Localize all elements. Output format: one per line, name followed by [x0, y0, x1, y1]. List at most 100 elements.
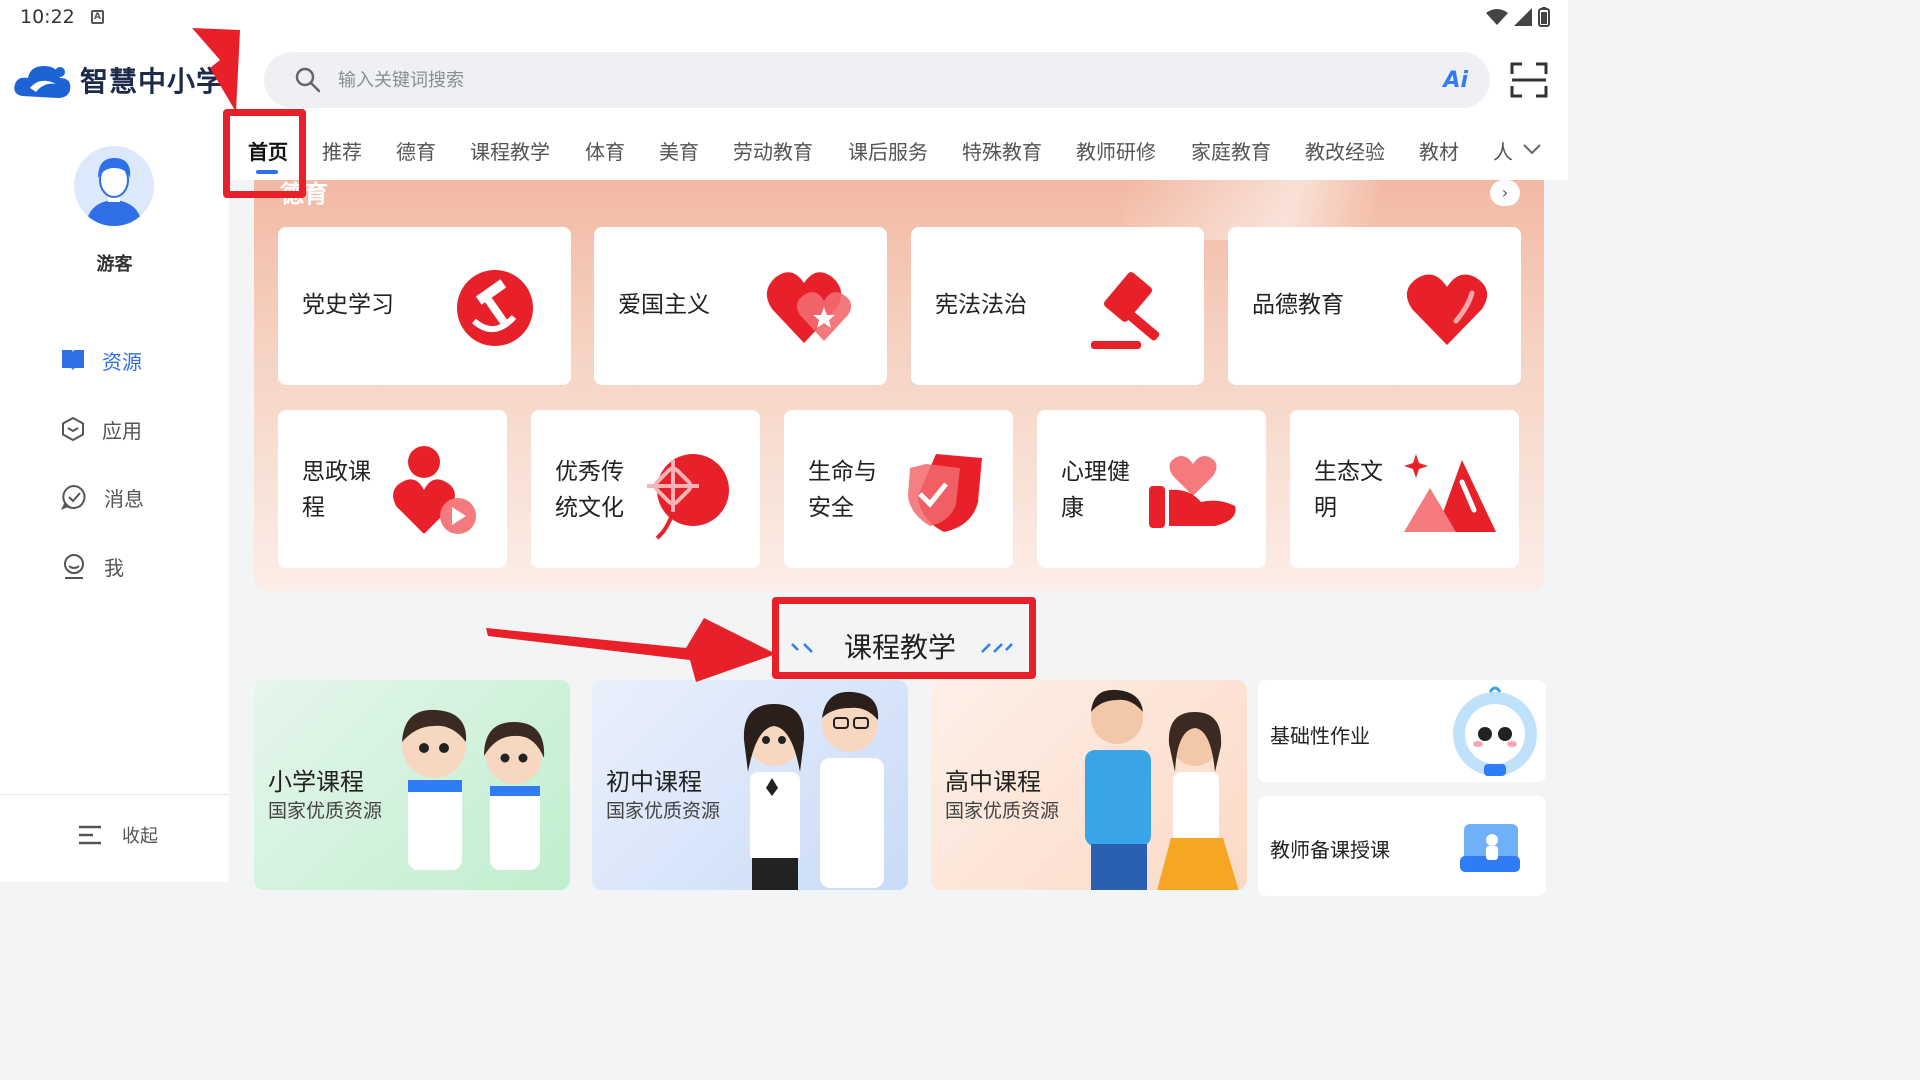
- cloud-logo-icon: [14, 66, 71, 98]
- card-constitution-law[interactable]: 宪法法治: [911, 227, 1204, 385]
- ai-search-icon[interactable]: Ai: [1443, 68, 1468, 93]
- card-middle-course[interactable]: 初中课程 国家优质资源: [592, 680, 908, 890]
- tab-teacher-training[interactable]: 教师研修: [1076, 136, 1156, 165]
- card-basic-homework[interactable]: 基础性作业: [1258, 680, 1546, 782]
- avatar[interactable]: [74, 146, 154, 226]
- tab-special[interactable]: 特殊教育: [962, 136, 1042, 165]
- card-party-history[interactable]: 党史学习: [278, 227, 571, 385]
- sidebar-divider: [0, 794, 229, 795]
- cube-icon: [62, 416, 84, 442]
- card-label-line1: 生态文: [1314, 459, 1383, 485]
- chevron-right-icon[interactable]: ›: [1490, 180, 1520, 206]
- card-label: 党史学习: [302, 292, 394, 318]
- annotation-box-course-title: [772, 597, 1036, 679]
- collapse-button[interactable]: 收起: [78, 822, 158, 848]
- course-card-title: 小学课程: [268, 768, 364, 796]
- sidebar-item-me[interactable]: 我: [60, 546, 124, 586]
- tab-family[interactable]: 家庭教育: [1191, 136, 1271, 165]
- card-high-course[interactable]: 高中课程 国家优质资源: [931, 680, 1247, 890]
- tab-reform[interactable]: 教改经验: [1305, 136, 1385, 165]
- annotation-box-home-tab: [223, 109, 306, 198]
- teachers-illustration-icon: [743, 691, 884, 890]
- card-label: 爱国主义: [618, 292, 710, 318]
- search-input[interactable]: [338, 52, 1418, 108]
- tab-labor[interactable]: 劳动教育: [733, 136, 813, 165]
- heart-icon: [1406, 274, 1488, 345]
- mascot-icon: [1453, 686, 1537, 776]
- students-illustration-icon: [402, 709, 545, 870]
- annotation-arrow-icon: [486, 618, 776, 682]
- sidebar-item-label: 资源: [102, 349, 142, 374]
- collapse-label: 收起: [122, 826, 158, 847]
- search-icon: [295, 67, 321, 93]
- chinese-knot-icon: [647, 454, 729, 540]
- book-icon: [62, 350, 84, 371]
- tab-art[interactable]: 美育: [659, 136, 699, 165]
- chat-check-icon: [60, 484, 86, 510]
- scan-icon[interactable]: [1510, 62, 1548, 98]
- person-heart-play-icon: [393, 446, 476, 534]
- hammer-sickle-icon: [457, 270, 533, 346]
- category-tabs: 首页 推荐 德育 课程教学 体育 美育 劳动教育 课后服务 特殊教育 教师研修 …: [229, 122, 1568, 180]
- tab-afterschool[interactable]: 课后服务: [848, 136, 928, 165]
- card-primary-course[interactable]: 小学课程 国家优质资源: [254, 680, 570, 890]
- menu-collapse-icon: [79, 825, 101, 845]
- students-illustration-icon: [1085, 689, 1239, 890]
- tab-more-partial[interactable]: 人: [1493, 136, 1513, 165]
- course-card-title: 高中课程: [945, 768, 1041, 796]
- status-time: 10:22: [20, 6, 75, 28]
- mountain-star-icon: [1404, 454, 1496, 532]
- hand-heart-icon: [1149, 456, 1236, 528]
- card-label-line2: 安全: [808, 495, 854, 521]
- teacher-board-icon: [1460, 824, 1520, 872]
- card-label-line2: 程: [302, 495, 325, 521]
- tab-textbook[interactable]: 教材: [1419, 136, 1459, 165]
- card-label-line1: 思政课: [302, 459, 371, 485]
- card-label: 品德教育: [1252, 292, 1344, 318]
- card-label-line1: 优秀传: [555, 459, 624, 485]
- card-label-line2: 康: [1061, 495, 1084, 521]
- side-card-label: 基础性作业: [1270, 724, 1370, 748]
- course-card-title: 初中课程: [606, 768, 702, 796]
- status-icons: [1486, 7, 1550, 27]
- moral-section: 德育 › 党史学习 爱国主义 宪法法治 品德教育 思政课 程 优秀传 统文化 生…: [254, 180, 1544, 592]
- user-outline-icon: [64, 554, 84, 579]
- gavel-icon: [1091, 272, 1160, 349]
- shield-check-icon: [908, 454, 982, 532]
- wifi-icon: [1486, 9, 1508, 25]
- card-mental-health[interactable]: 心理健 康: [1037, 410, 1266, 568]
- card-label-line1: 心理健: [1061, 459, 1130, 485]
- card-teacher-prep[interactable]: 教师备课授课: [1258, 796, 1546, 896]
- tab-pe[interactable]: 体育: [585, 136, 625, 165]
- sidebar: 游客 资源 应用 消息 我 收起: [0, 122, 229, 882]
- course-card-subtitle: 国家优质资源: [606, 800, 721, 822]
- username: 游客: [96, 254, 133, 275]
- tab-recommend[interactable]: 推荐: [322, 136, 362, 165]
- search-bar[interactable]: Ai: [264, 52, 1490, 108]
- tab-course[interactable]: 课程教学: [470, 136, 550, 165]
- card-label-line2: 统文化: [555, 495, 624, 521]
- card-morality[interactable]: 品德教育: [1228, 227, 1521, 385]
- card-label-line1: 生命与: [808, 459, 877, 485]
- card-ideology-course[interactable]: 思政课 程: [278, 410, 507, 568]
- sidebar-item-apps[interactable]: 应用: [60, 409, 142, 449]
- card-patriotism[interactable]: 爱国主义: [594, 227, 887, 385]
- notification-a-icon: A: [91, 10, 104, 24]
- annotation-arrow-icon: [192, 28, 240, 112]
- chevron-down-icon[interactable]: [1522, 142, 1542, 156]
- signal-icon: [1514, 8, 1532, 26]
- card-ecology[interactable]: 生态文 明: [1290, 410, 1519, 568]
- card-traditional-culture[interactable]: 优秀传 统文化: [531, 410, 760, 568]
- course-card-subtitle: 国家优质资源: [945, 800, 1060, 822]
- card-label-line2: 明: [1314, 495, 1337, 521]
- card-life-safety[interactable]: 生命与 安全: [784, 410, 1013, 568]
- side-card-label: 教师备课授课: [1270, 838, 1390, 862]
- heart-star-icon: [766, 272, 852, 343]
- tab-moral[interactable]: 德育: [396, 136, 436, 165]
- sidebar-item-label: 消息: [104, 486, 144, 511]
- sidebar-item-resources[interactable]: 资源: [60, 340, 142, 380]
- sidebar-item-label: 我: [104, 555, 124, 580]
- battery-icon: [1538, 7, 1550, 27]
- sidebar-item-messages[interactable]: 消息: [60, 477, 144, 517]
- course-card-subtitle: 国家优质资源: [268, 800, 383, 822]
